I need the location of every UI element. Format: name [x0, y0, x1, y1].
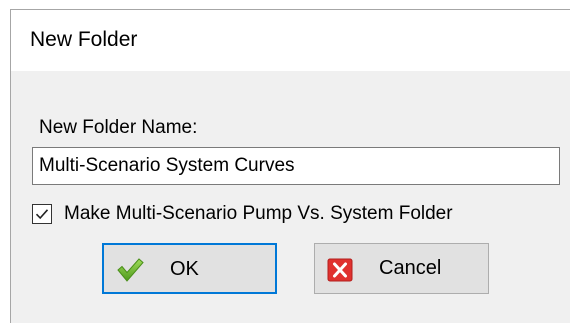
cancel-button[interactable]: Cancel — [314, 243, 489, 294]
pump-vs-system-option[interactable]: Make Multi-Scenario Pump Vs. System Fold… — [32, 202, 453, 226]
pump-vs-system-label[interactable]: Make Multi-Scenario Pump Vs. System Fold… — [64, 203, 453, 225]
dialog-title: New Folder — [30, 28, 138, 51]
ok-button[interactable]: OK — [102, 243, 277, 294]
pump-vs-system-checkbox[interactable] — [32, 204, 52, 224]
green-check-icon — [116, 257, 144, 283]
checkmark-icon — [35, 209, 49, 220]
ok-button-label: OK — [170, 258, 199, 280]
dialog-titlebar: New Folder — [11, 10, 570, 71]
new-folder-dialog: New Folder New Folder Name: Make Multi-S… — [10, 9, 570, 323]
red-x-icon — [326, 257, 354, 283]
folder-name-input[interactable] — [32, 147, 560, 185]
cancel-button-label: Cancel — [379, 257, 442, 279]
folder-name-label: New Folder Name: — [39, 117, 198, 138]
dialog-body: New Folder Name: Make Multi-Scenario Pum… — [11, 71, 570, 323]
